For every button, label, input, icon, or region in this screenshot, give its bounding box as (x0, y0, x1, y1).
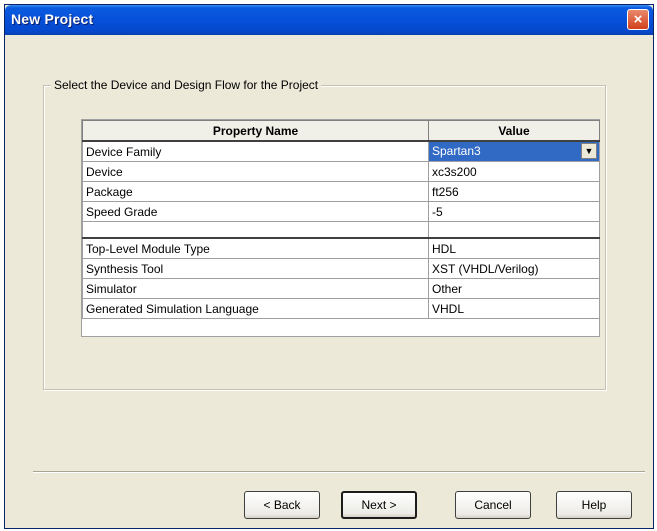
grid-row-synthesis-tool: Synthesis Tool XST (VHDL/Verilog) (82, 258, 600, 279)
property-value-package[interactable]: ft256 (428, 181, 600, 202)
grid-row-simulation-language: Generated Simulation Language VHDL (82, 298, 600, 319)
grid-row-separator (82, 221, 600, 239)
grid-row-device-family: Device Family Spartan3 ▼ (82, 140, 600, 162)
property-grid: Property Name Value Device Family Sparta… (81, 119, 600, 337)
chevron-down-icon[interactable]: ▼ (581, 143, 597, 159)
back-button[interactable]: < Back (244, 491, 320, 519)
help-button[interactable]: Help (556, 491, 632, 519)
column-header-value[interactable]: Value (428, 120, 600, 142)
button-divider (33, 471, 645, 473)
dialog-title: New Project (11, 11, 94, 27)
column-header-property-name[interactable]: Property Name (82, 120, 429, 142)
next-button[interactable]: Next > (341, 491, 417, 519)
device-family-dropdown[interactable]: Spartan3 ▼ (428, 140, 600, 162)
property-name: Device Family (82, 140, 429, 162)
close-icon: × (633, 11, 643, 28)
property-name: Device (82, 161, 429, 182)
device-family-value: Spartan3 (432, 144, 481, 158)
property-value (428, 221, 600, 239)
property-name: Speed Grade (82, 201, 429, 222)
new-project-dialog: New Project × Select the Device and Desi… (4, 4, 654, 529)
property-name: Synthesis Tool (82, 258, 429, 279)
cancel-button[interactable]: Cancel (455, 491, 531, 519)
property-name: Top-Level Module Type (82, 237, 429, 259)
property-value-top-level-module-type[interactable]: HDL (428, 237, 600, 259)
groupbox-label: Select the Device and Design Flow for th… (51, 78, 322, 92)
property-value-speed-grade[interactable]: -5 (428, 201, 600, 222)
close-button[interactable]: × (627, 9, 649, 30)
property-value-simulation-language[interactable]: VHDL (428, 298, 600, 319)
property-name: Simulator (82, 278, 429, 299)
grid-row-device: Device xc3s200 (82, 161, 600, 182)
property-name: Package (82, 181, 429, 202)
property-name: Generated Simulation Language (82, 298, 429, 319)
grid-row-top-level-module-type: Top-Level Module Type HDL (82, 237, 600, 259)
grid-row-simulator: Simulator Other (82, 278, 600, 299)
grid-header-row: Property Name Value (82, 120, 600, 142)
grid-row-speed-grade: Speed Grade -5 (82, 201, 600, 222)
property-name (82, 221, 429, 239)
property-value-simulator[interactable]: Other (428, 278, 600, 299)
property-value-synthesis-tool[interactable]: XST (VHDL/Verilog) (428, 258, 600, 279)
grid-row-package: Package ft256 (82, 181, 600, 202)
title-bar[interactable]: New Project × (5, 5, 653, 35)
property-value-device[interactable]: xc3s200 (428, 161, 600, 182)
